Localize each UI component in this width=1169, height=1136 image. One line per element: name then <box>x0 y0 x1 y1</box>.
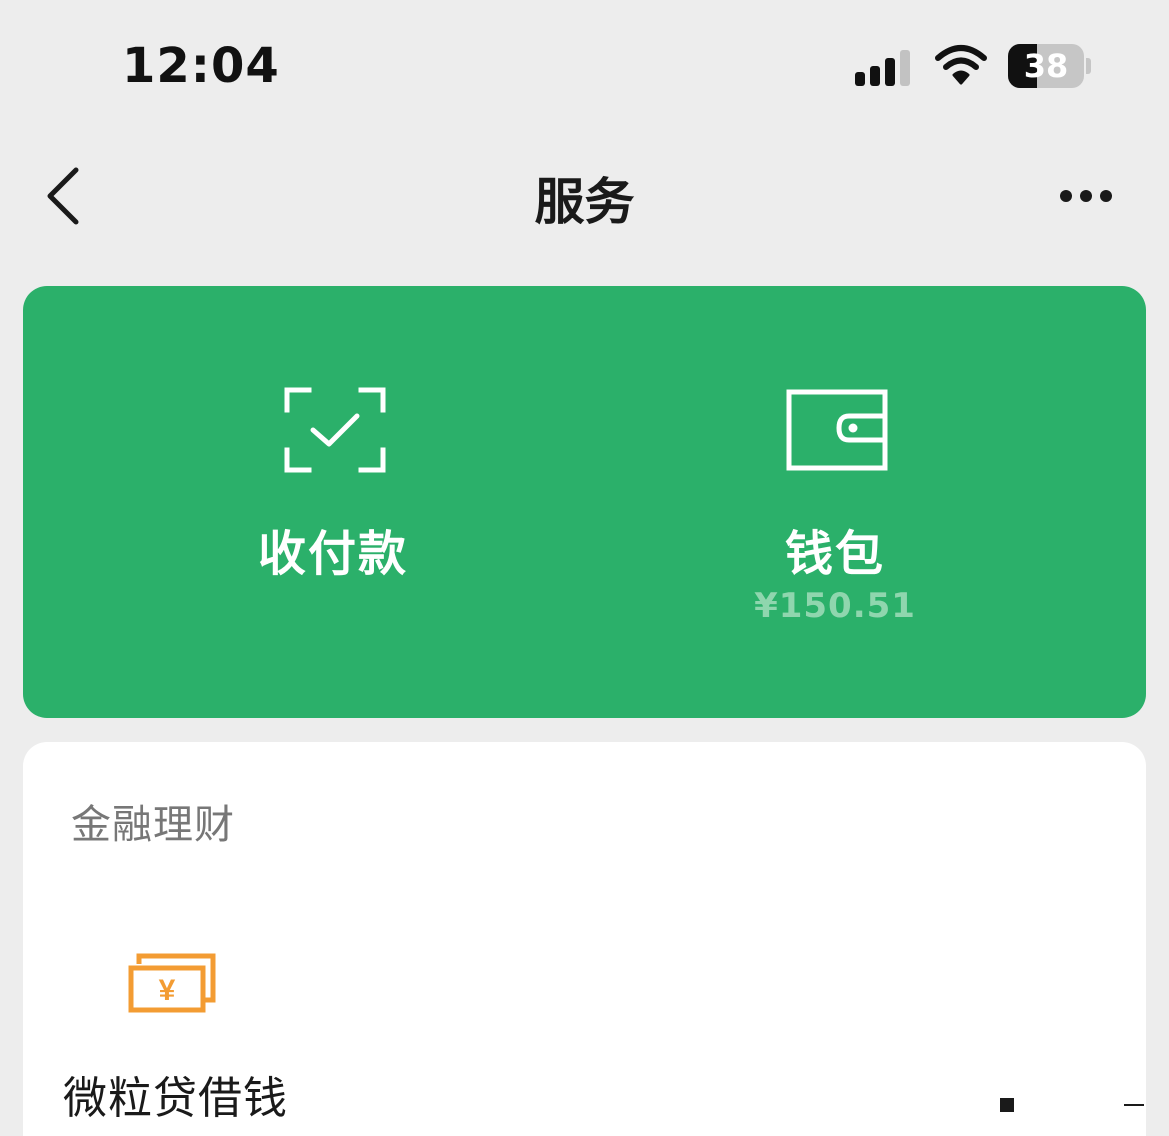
receive-payment-label: 收付款 <box>257 526 408 582</box>
wallet-balance: ¥150.51 <box>754 586 916 626</box>
wallet-button[interactable]: 钱包 ¥150.51 <box>635 286 1035 718</box>
receive-payment-button[interactable]: 收付款 <box>133 286 533 718</box>
weilidai-loan-label: 微粒贷借钱 <box>63 1073 288 1124</box>
finance-panel: 金融理财 ¥ 微粒贷借钱 <box>23 742 1146 1136</box>
cash-yuan-icon: ¥ <box>128 953 216 1013</box>
battery-level: 38 <box>1023 47 1069 85</box>
cellular-signal-icon <box>855 46 915 86</box>
ellipsis-icon <box>1060 190 1072 202</box>
wallet-icon <box>786 389 888 471</box>
scroll-line <box>1124 1104 1144 1106</box>
battery-icon: 38 <box>1008 44 1084 88</box>
more-options-button[interactable] <box>1052 178 1120 214</box>
battery-cap <box>1086 58 1091 74</box>
status-time: 12:04 <box>122 38 280 94</box>
status-bar: 12:04 38 <box>0 0 1169 130</box>
svg-text:¥: ¥ <box>159 974 176 1007</box>
scan-check-icon <box>284 387 386 473</box>
pay-card: 收付款 钱包 ¥150.51 <box>23 286 1146 718</box>
page-title: 服务 <box>534 173 635 231</box>
scroll-indicator <box>1000 1098 1014 1112</box>
wifi-icon <box>935 45 987 85</box>
wallet-label: 钱包 <box>784 526 885 582</box>
weilidai-loan-item[interactable]: ¥ 微粒贷借钱 <box>53 932 313 1132</box>
services-page: 12:04 38 服务 收付款 钱包 ¥150.51 金融理财 ¥ 微粒贷借钱 <box>0 0 1169 1136</box>
section-title: 金融理财 <box>71 802 235 848</box>
